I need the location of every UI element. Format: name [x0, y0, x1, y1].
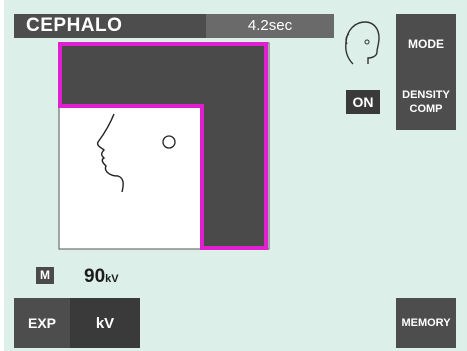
density-comp-label-line1: DENSITY [402, 89, 450, 101]
kv-readout: 90kV [84, 266, 119, 288]
mode-title: CEPHALO [14, 14, 206, 38]
screen-left-border [0, 0, 4, 351]
manual-mode-indicator: M [36, 267, 54, 284]
kv-value: 90 [84, 266, 106, 287]
density-comp-label-line2: COMP [409, 103, 443, 115]
memory-button[interactable]: MEMORY [396, 298, 456, 348]
cephalo-preview [58, 42, 270, 252]
density-comp-status: ON [346, 90, 380, 114]
density-comp-button[interactable]: DENSITY COMP [396, 74, 456, 130]
exposure-time: 4.2sec [206, 14, 334, 38]
ear-rod-marker [162, 135, 176, 149]
kv-unit: kV [105, 273, 119, 285]
head-profile-icon [341, 18, 381, 66]
control-panel-screen: CEPHALO 4.2sec MODE DENSITY COMP ON M 90… [0, 0, 467, 351]
kv-button[interactable]: kV [70, 298, 140, 348]
exp-button[interactable]: EXP [14, 298, 70, 348]
mode-button[interactable]: MODE [396, 14, 456, 74]
